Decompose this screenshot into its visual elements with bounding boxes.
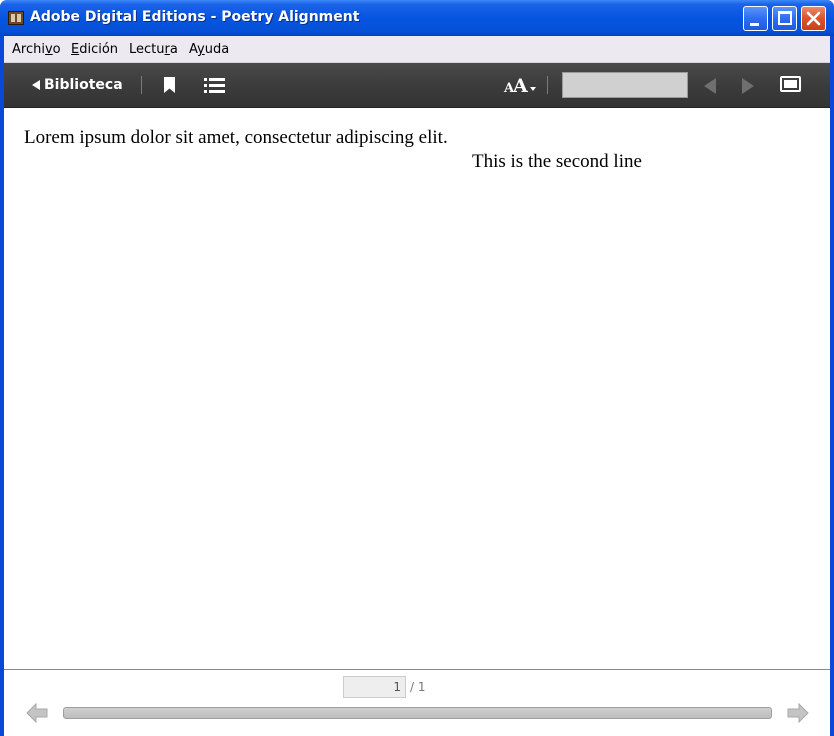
menu-lectura[interactable]: Lectura [129,42,178,57]
next-page-icon[interactable] [742,78,754,94]
close-icon [806,11,821,26]
arrow-left-icon[interactable] [26,702,48,724]
table-of-contents-icon[interactable] [204,78,225,93]
application-window: Adobe Digital Editions - Poetry Alignmen… [0,0,834,736]
arrow-right-icon[interactable] [787,702,809,724]
menu-archivo[interactable]: Archivo [12,42,61,57]
maximize-button[interactable] [772,6,797,31]
menu-edicion[interactable]: Edición [71,42,118,57]
title-bar[interactable]: Adobe Digital Editions - Poetry Alignmen… [0,0,834,36]
library-back-label: Biblioteca [44,77,123,93]
current-page-field[interactable]: 1 [343,676,406,698]
toolbar-divider [547,76,548,94]
menu-ayuda-label-post: uda [204,42,230,57]
menu-lectura-label-post: a [169,42,178,57]
window-title: Adobe Digital Editions - Poetry Alignmen… [30,9,360,25]
page-navigation-bar: 1 / 1 [4,669,830,736]
app-icon[interactable] [8,11,24,25]
poem-line: This is the second line [472,151,642,172]
reader-toolbar: Biblioteca A A [4,63,830,108]
menu-ayuda[interactable]: Ayuda [189,42,229,57]
toc-icon-row [204,78,225,81]
font-size-big-glyph: A [513,75,528,97]
reading-progress-bar[interactable] [63,707,772,719]
minimize-icon [750,23,759,26]
toc-icon-row [204,90,225,93]
window-border-right [830,36,834,736]
menu-archivo-label-pre: Archi [12,42,45,57]
fullscreen-icon[interactable] [780,76,801,92]
previous-page-icon[interactable] [704,78,716,94]
close-button[interactable] [801,6,826,31]
toc-icon-row [204,84,225,87]
search-input[interactable] [562,72,688,98]
font-size-icon[interactable]: A A [504,73,538,97]
total-pages-label: / 1 [410,680,426,694]
minimize-button[interactable] [743,6,768,31]
library-back-button[interactable]: Biblioteca [32,76,123,94]
menu-bar: Archivo Edición Lectura Ayuda [4,36,830,63]
menu-ayuda-mnemonic: y [197,42,205,57]
menu-lectura-label-pre: Lectu [129,42,165,57]
maximize-icon [778,11,792,25]
menu-edicion-label-post: dición [79,42,119,57]
chevron-down-icon [530,87,536,91]
arrow-left-glyph [26,702,48,724]
menu-archivo-mnemonic: v [44,42,53,57]
back-arrow-icon [32,80,40,90]
poem-line: Lorem ipsum dolor sit amet, consectetur … [24,127,448,148]
menu-archivo-label-post: o [52,42,61,57]
bookmark-icon[interactable] [164,77,175,93]
client-area: Archivo Edición Lectura Ayuda Biblioteca [4,36,830,736]
reading-pane[interactable]: Lorem ipsum dolor sit amet, consectetur … [4,108,830,668]
arrow-right-glyph [787,702,809,724]
toolbar-divider [141,76,142,94]
menu-edicion-mnemonic: E [71,42,80,57]
menu-ayuda-label-pre: A [189,42,198,57]
